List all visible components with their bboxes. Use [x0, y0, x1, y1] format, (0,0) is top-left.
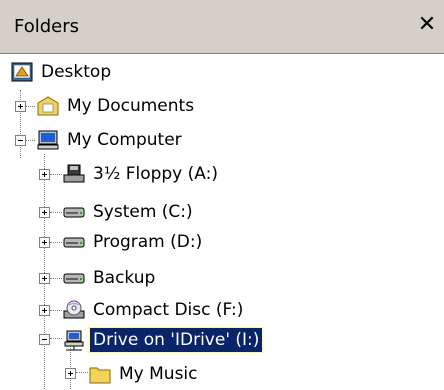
tree-node-backup[interactable]: Backup — [0, 262, 444, 294]
tree-node-label: My Documents — [67, 96, 195, 116]
tree-node-label: My Music — [119, 364, 198, 384]
collapse-toggle[interactable] — [15, 135, 26, 146]
my-computer-icon — [37, 130, 59, 150]
expand-toggle[interactable] — [39, 237, 50, 248]
tree-node-desktop[interactable]: Desktop — [0, 56, 444, 88]
collapse-toggle[interactable] — [39, 334, 50, 345]
folders-pane-title: Folders — [14, 16, 80, 37]
tree-node-system-c[interactable]: System (C:) — [0, 196, 444, 228]
expand-toggle[interactable] — [15, 101, 26, 112]
tree-node-label: Desktop — [41, 62, 112, 82]
folders-pane-header: Folders ✕ — [0, 0, 444, 54]
tree-node-label: Backup — [93, 268, 156, 288]
tree-node-program-d[interactable]: Program (D:) — [0, 226, 444, 258]
expand-toggle[interactable] — [39, 207, 50, 218]
hard-drive-icon — [63, 273, 85, 284]
desktop-icon — [11, 62, 33, 82]
tree-node-my-music[interactable]: My Music — [0, 358, 444, 390]
folder-icon — [89, 367, 111, 384]
my-documents-folder-icon — [37, 96, 59, 116]
close-button[interactable]: ✕ — [414, 12, 440, 38]
expand-toggle[interactable] — [39, 273, 50, 284]
network-drive-icon — [64, 330, 84, 351]
tree-node-compact-disc-f[interactable]: Compact Disc (F:) — [0, 294, 444, 326]
tree-node-label: My Computer — [67, 130, 182, 150]
floppy-drive-icon — [63, 164, 85, 183]
tree-node-my-computer[interactable]: My Computer — [0, 124, 444, 156]
tree-node-label: Program (D:) — [93, 232, 203, 252]
tree-node-label: System (C:) — [93, 202, 193, 222]
tree-node-label: Compact Disc (F:) — [93, 300, 244, 320]
expand-toggle[interactable] — [65, 368, 76, 379]
tree-node-idrive-i[interactable]: Drive on 'IDrive' (I:) — [0, 324, 444, 356]
tree-node-label: 3½ Floppy (A:) — [93, 164, 218, 184]
tree-node-my-documents[interactable]: My Documents — [0, 90, 444, 122]
tree-node-label-selected: Drive on 'IDrive' (I:) — [88, 327, 264, 353]
cd-drive-icon — [63, 300, 85, 319]
expand-toggle[interactable] — [39, 169, 50, 180]
hard-drive-icon — [63, 237, 85, 248]
folder-tree: Desktop My Documents My Computer 3½ Flop… — [0, 54, 444, 389]
hard-drive-icon — [63, 207, 85, 218]
tree-node-floppy-a[interactable]: 3½ Floppy (A:) — [0, 158, 444, 190]
expand-toggle[interactable] — [39, 305, 50, 316]
